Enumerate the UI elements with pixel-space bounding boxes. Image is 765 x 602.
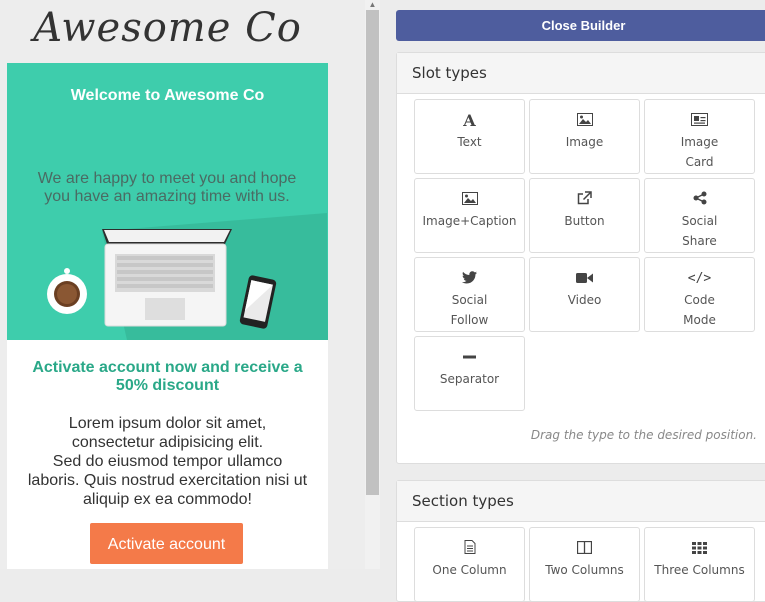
slot-types-title: Slot types <box>397 53 765 94</box>
slot-label: Button <box>564 214 605 228</box>
code-icon: </> <box>687 271 712 286</box>
slot-label: Video <box>567 293 602 307</box>
slot-label: Social <box>451 293 488 307</box>
slot-type-text[interactable]: A Text <box>414 99 525 174</box>
builder-panel: Close Builder Slot types A Text Image Im… <box>380 0 765 602</box>
video-camera-icon <box>530 270 639 288</box>
image-card-icon <box>645 112 754 130</box>
external-link-icon <box>530 191 639 209</box>
twitter-icon <box>415 270 524 288</box>
slot-type-button[interactable]: Button <box>529 178 640 253</box>
slot-label: Card <box>685 155 714 169</box>
body-line: Sed do eiusmod tempor ullamco <box>52 453 283 470</box>
text-icon: A <box>463 111 476 130</box>
slot-label: Image <box>565 135 604 149</box>
slot-type-code-mode[interactable]: </> Code Mode <box>644 257 755 332</box>
hero-section: Welcome to Awesome Co We are happy to me… <box>7 63 328 340</box>
slot-label: Image+Caption <box>422 214 517 228</box>
slot-types-panel: Slot types A Text Image Image Card Image… <box>396 52 765 464</box>
slot-type-image[interactable]: Image <box>529 99 640 174</box>
body-line: aliquip ex ea commodo! <box>83 491 252 508</box>
slot-label: Code <box>684 293 715 307</box>
slot-type-image-caption[interactable]: Image+Caption <box>414 178 525 253</box>
slot-label: Image <box>680 135 719 149</box>
slot-type-image-card[interactable]: Image Card <box>644 99 755 174</box>
email-preview: Awesome Co Welcome to Awesome Co We are … <box>0 0 365 569</box>
document-icon <box>415 540 524 558</box>
slot-label: Text <box>457 135 482 149</box>
slot-label: Follow <box>450 313 489 327</box>
section-label: One Column <box>432 563 507 577</box>
section-type-three-columns[interactable]: Three Columns <box>644 527 755 602</box>
drag-hint: Drag the type to the desired position. <box>530 428 757 442</box>
body-text: Lorem ipsum dolor sit amet, consectetur … <box>22 414 313 509</box>
scrollbar-thumb[interactable] <box>366 10 379 495</box>
slot-label: Social <box>681 214 718 228</box>
section-label: Three Columns <box>654 563 745 577</box>
brand-logo: Awesome Co <box>33 5 302 51</box>
close-builder-button[interactable]: Close Builder <box>396 10 765 41</box>
slot-label: Mode <box>683 313 716 327</box>
email-body: Welcome to Awesome Co We are happy to me… <box>7 63 328 569</box>
hero-text: We are happy to meet you and hope you ha… <box>37 170 297 205</box>
body-line: consectetur adipisicing elit. <box>71 434 264 451</box>
section-type-two-columns[interactable]: Two Columns <box>529 527 640 602</box>
activate-account-button[interactable]: Activate account <box>90 523 243 564</box>
scroll-up-arrow-icon[interactable]: ▲ <box>368 0 377 9</box>
section-type-one-column[interactable]: One Column <box>414 527 525 602</box>
minus-icon <box>415 349 524 367</box>
slot-label: Share <box>682 234 717 248</box>
hero-title: Welcome to Awesome Co <box>70 87 265 104</box>
image-icon <box>415 191 524 209</box>
laptop-illustration <box>47 213 328 340</box>
slot-type-separator[interactable]: Separator <box>414 336 525 411</box>
slot-type-social-follow[interactable]: Social Follow <box>414 257 525 332</box>
section-types-panel: Section types One Column Two Columns Thr… <box>396 480 765 602</box>
body-line: laboris. Quis nostrud exercitation nisi … <box>27 472 308 489</box>
slot-label: Separator <box>439 372 500 386</box>
activate-title: Activate account now and receive a 50% d… <box>32 359 303 394</box>
slot-type-social-share[interactable]: Social Share <box>644 178 755 253</box>
share-icon <box>645 191 754 209</box>
grid-icon <box>645 540 754 558</box>
body-line: Lorem ipsum dolor sit amet, <box>68 415 267 432</box>
slot-type-video[interactable]: Video <box>529 257 640 332</box>
section-label: Two Columns <box>545 563 624 577</box>
image-icon <box>530 112 639 130</box>
columns-icon <box>530 540 639 558</box>
section-types-title: Section types <box>397 481 765 522</box>
preview-scrollbar[interactable]: ▲ <box>365 0 380 569</box>
